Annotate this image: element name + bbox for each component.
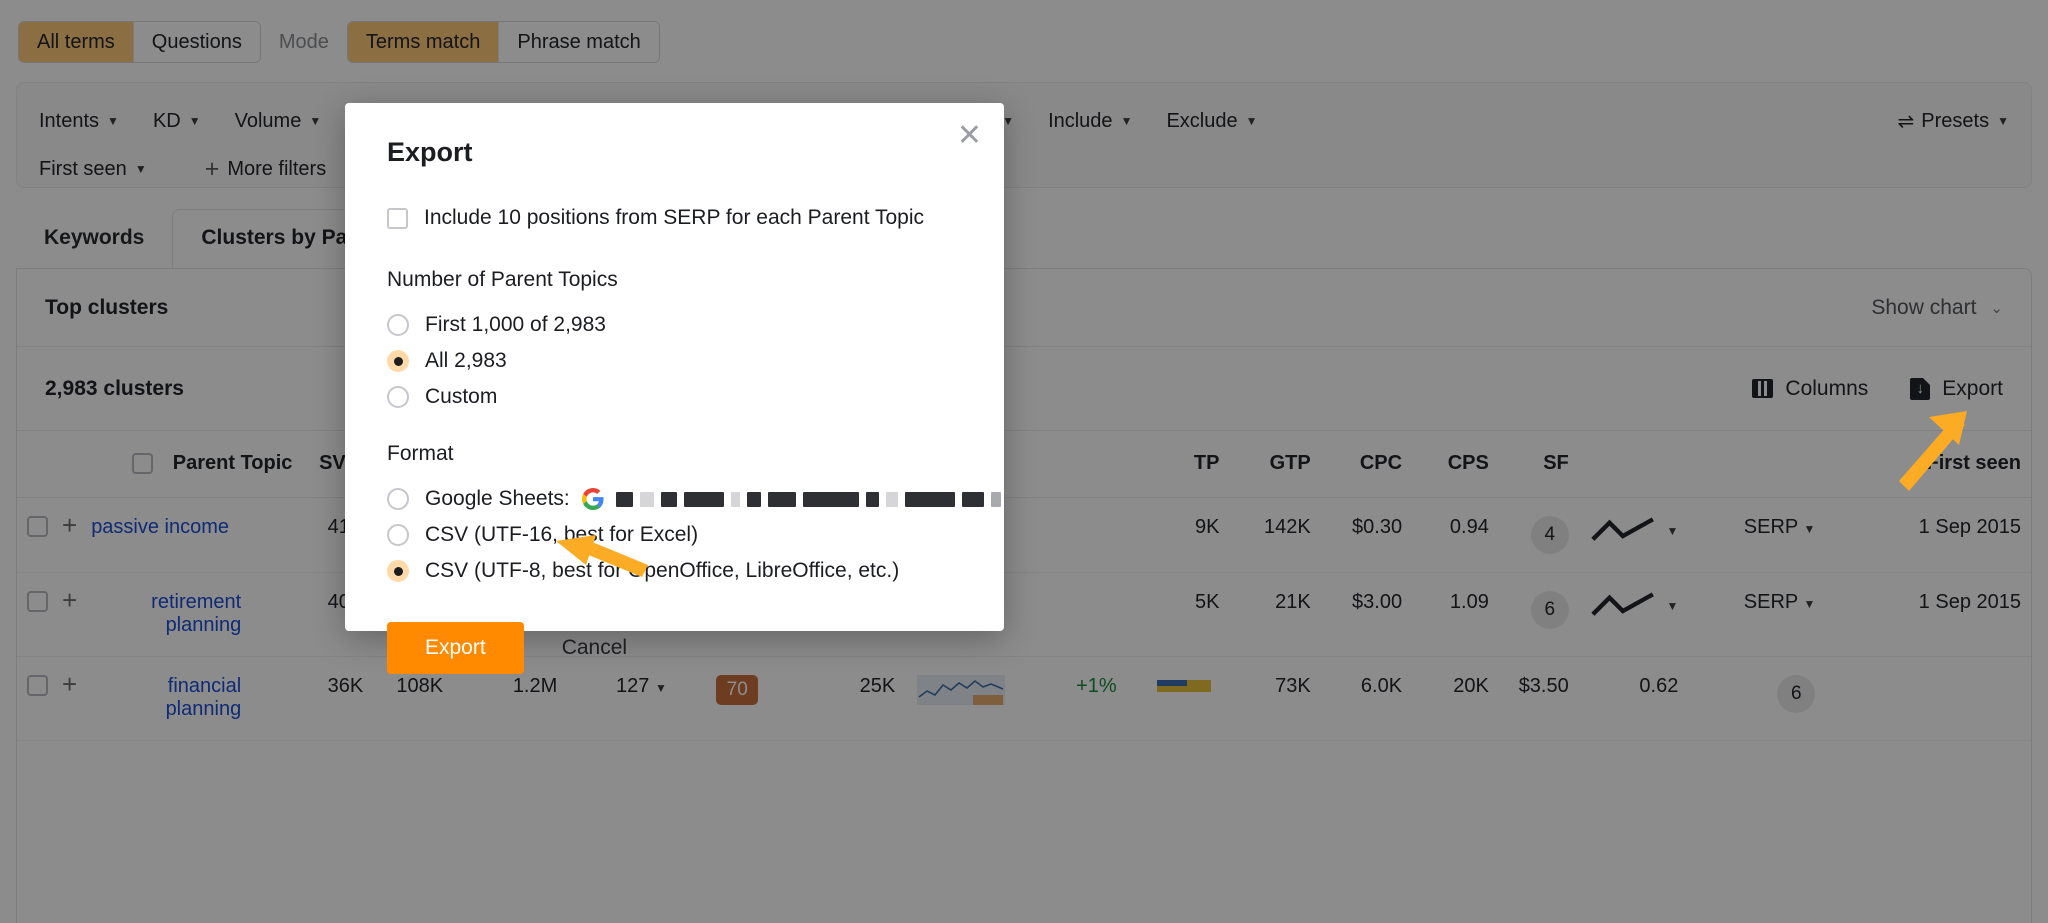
- include-serp-label: Include 10 positions from SERP for each …: [424, 206, 924, 230]
- radio-icon[interactable]: [387, 488, 409, 510]
- screen: All terms Questions Mode Terms match Phr…: [0, 0, 2048, 923]
- radio-all[interactable]: All 2,983: [387, 344, 962, 378]
- modal-export-button[interactable]: Export: [387, 622, 524, 674]
- modal-actions: Export Cancel: [387, 622, 962, 674]
- radio-google-sheets[interactable]: Google Sheets:: [387, 482, 962, 516]
- radio-icon[interactable]: [387, 386, 409, 408]
- google-logo-icon: [582, 488, 604, 510]
- include-serp-checkbox[interactable]: [387, 208, 408, 229]
- radio-first-1000-label: First 1,000 of 2,983: [425, 313, 606, 337]
- format-label: Format: [387, 442, 962, 466]
- modal-title: Export: [387, 137, 962, 168]
- radio-icon[interactable]: [387, 524, 409, 546]
- radio-all-label: All 2,983: [425, 349, 507, 373]
- radio-icon-selected[interactable]: [387, 350, 409, 372]
- radio-custom-label: Custom: [425, 385, 497, 409]
- redacted-account-text: [616, 492, 1001, 507]
- modal-cancel-button[interactable]: Cancel: [544, 622, 645, 674]
- radio-csv-utf16-label: CSV (UTF-16, best for Excel): [425, 523, 698, 547]
- radio-csv-utf16[interactable]: CSV (UTF-16, best for Excel): [387, 518, 962, 552]
- radio-icon-selected[interactable]: [387, 560, 409, 582]
- export-modal: ✕ Export Include 10 positions from SERP …: [345, 103, 1004, 631]
- close-icon[interactable]: ✕: [957, 121, 982, 151]
- spacer: [387, 416, 962, 442]
- radio-csv-utf8-label: CSV (UTF-8, best for OpenOffice, LibreOf…: [425, 559, 899, 583]
- number-of-parent-topics-label: Number of Parent Topics: [387, 268, 962, 292]
- radio-custom[interactable]: Custom: [387, 380, 962, 414]
- radio-csv-utf8[interactable]: CSV (UTF-8, best for OpenOffice, LibreOf…: [387, 554, 962, 588]
- radio-google-sheets-label: Google Sheets:: [425, 487, 570, 511]
- include-serp-checkbox-row[interactable]: Include 10 positions from SERP for each …: [387, 206, 962, 230]
- modal-overlay-scrim[interactable]: [0, 0, 2048, 923]
- radio-icon[interactable]: [387, 314, 409, 336]
- radio-first-1000[interactable]: First 1,000 of 2,983: [387, 308, 962, 342]
